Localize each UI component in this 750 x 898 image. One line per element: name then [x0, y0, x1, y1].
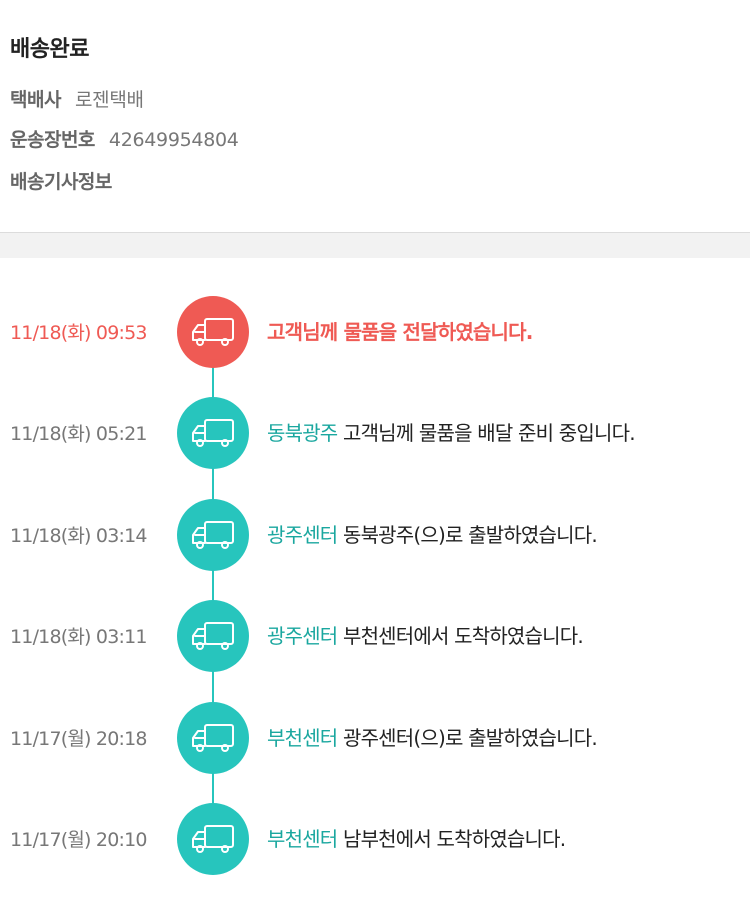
timeline-location: 광주센터: [267, 624, 338, 649]
truck-icon: [190, 823, 236, 855]
timeline-marker: [177, 701, 249, 774]
timeline-message: 부천센터 광주센터(으)로 출발하였습니다.: [267, 722, 598, 751]
timeline-item: 11/18(화) 05:21 동북광주 고객님께 물품을 배달 준비 중입니다.: [0, 397, 750, 470]
timeline-item: 11/17(월) 20:10 부천센터 남부천에서 도착하였습니다.: [0, 803, 750, 875]
section-divider: [0, 233, 750, 258]
timeline-message: 광주센터 동북광주(으)로 출발하였습니다.: [267, 519, 598, 548]
timeline-message: 고객님께 물품을 전달하였습니다.: [267, 316, 533, 345]
timeline-marker: [177, 397, 249, 470]
tracking-row: 운송장번호 42649954804: [10, 127, 239, 153]
timeline-item: 11/18(화) 03:11 광주센터 부천센터에서 도착하였습니다.: [0, 600, 750, 673]
truck-icon: [190, 316, 236, 348]
timeline-location: 동북광주: [267, 421, 338, 446]
timeline-time: 11/18(화) 09:53: [10, 322, 147, 344]
timeline-marker: [177, 296, 249, 368]
courier-label: 택배사: [10, 89, 61, 111]
driver-info-row[interactable]: 배송기사정보: [10, 169, 112, 195]
timeline-marker: [177, 600, 249, 673]
timeline-message: 광주센터 부천센터에서 도착하였습니다.: [267, 620, 584, 649]
delivery-summary: 배송완료 택배사 로젠택배 운송장번호 42649954804 배송기사정보: [0, 0, 750, 233]
timeline-location: 부천센터: [267, 725, 338, 750]
truck-icon: [190, 722, 236, 754]
timeline-message-text: 남부천에서 도착하였습니다.: [337, 827, 566, 851]
truck-icon: [190, 417, 236, 449]
timeline-message: 동북광주 고객님께 물품을 배달 준비 중입니다.: [267, 417, 636, 446]
timeline-time: 11/18(화) 05:21: [10, 423, 147, 446]
timeline-message: 부천센터 남부천에서 도착하였습니다.: [267, 823, 566, 852]
timeline-message-text: 광주센터(으)로 출발하였습니다.: [337, 725, 598, 750]
timeline-location: 부천센터: [267, 827, 338, 851]
tracking-label: 운송장번호: [10, 129, 95, 151]
timeline-message-text: 부천센터에서 도착하였습니다.: [337, 624, 584, 649]
timeline-message-text: 고객님께 물품을 배달 준비 중입니다.: [337, 421, 636, 446]
tracking-number: 42649954804: [108, 129, 239, 151]
timeline-time: 11/17(월) 20:18: [10, 727, 147, 750]
timeline-time: 11/18(화) 03:11: [10, 626, 147, 649]
delivery-status-title: 배송완료: [10, 37, 89, 62]
truck-icon: [190, 620, 236, 652]
timeline-item: 11/17(월) 20:18 부천센터 광주센터(으)로 출발하였습니다.: [0, 701, 750, 774]
timeline-message-text: 고객님께 물품을 전달하였습니다.: [267, 320, 533, 344]
timeline-time: 11/17(월) 20:10: [10, 829, 147, 851]
truck-icon: [190, 519, 236, 551]
tracking-timeline: 11/18(화) 09:53 고객님께 물품을 전달하였습니다. 11/18(화) …: [0, 258, 750, 898]
timeline-time: 11/18(화) 03:14: [10, 524, 147, 547]
timeline-marker: [177, 498, 249, 571]
timeline-item: 11/18(화) 09:53 고객님께 물품을 전달하였습니다.: [0, 296, 750, 368]
timeline-marker: [177, 803, 249, 875]
driver-info-label[interactable]: 배송기사정보: [10, 171, 112, 193]
timeline-message-text: 동북광주(으)로 출발하였습니다.: [337, 522, 598, 547]
courier-value: 로젠택배: [74, 89, 144, 111]
courier-row: 택배사 로젠택배: [10, 87, 144, 113]
timeline-item: 11/18(화) 03:14 광주센터 동북광주(으)로 출발하였습니다.: [0, 498, 750, 571]
timeline-location: 광주센터: [267, 522, 338, 547]
